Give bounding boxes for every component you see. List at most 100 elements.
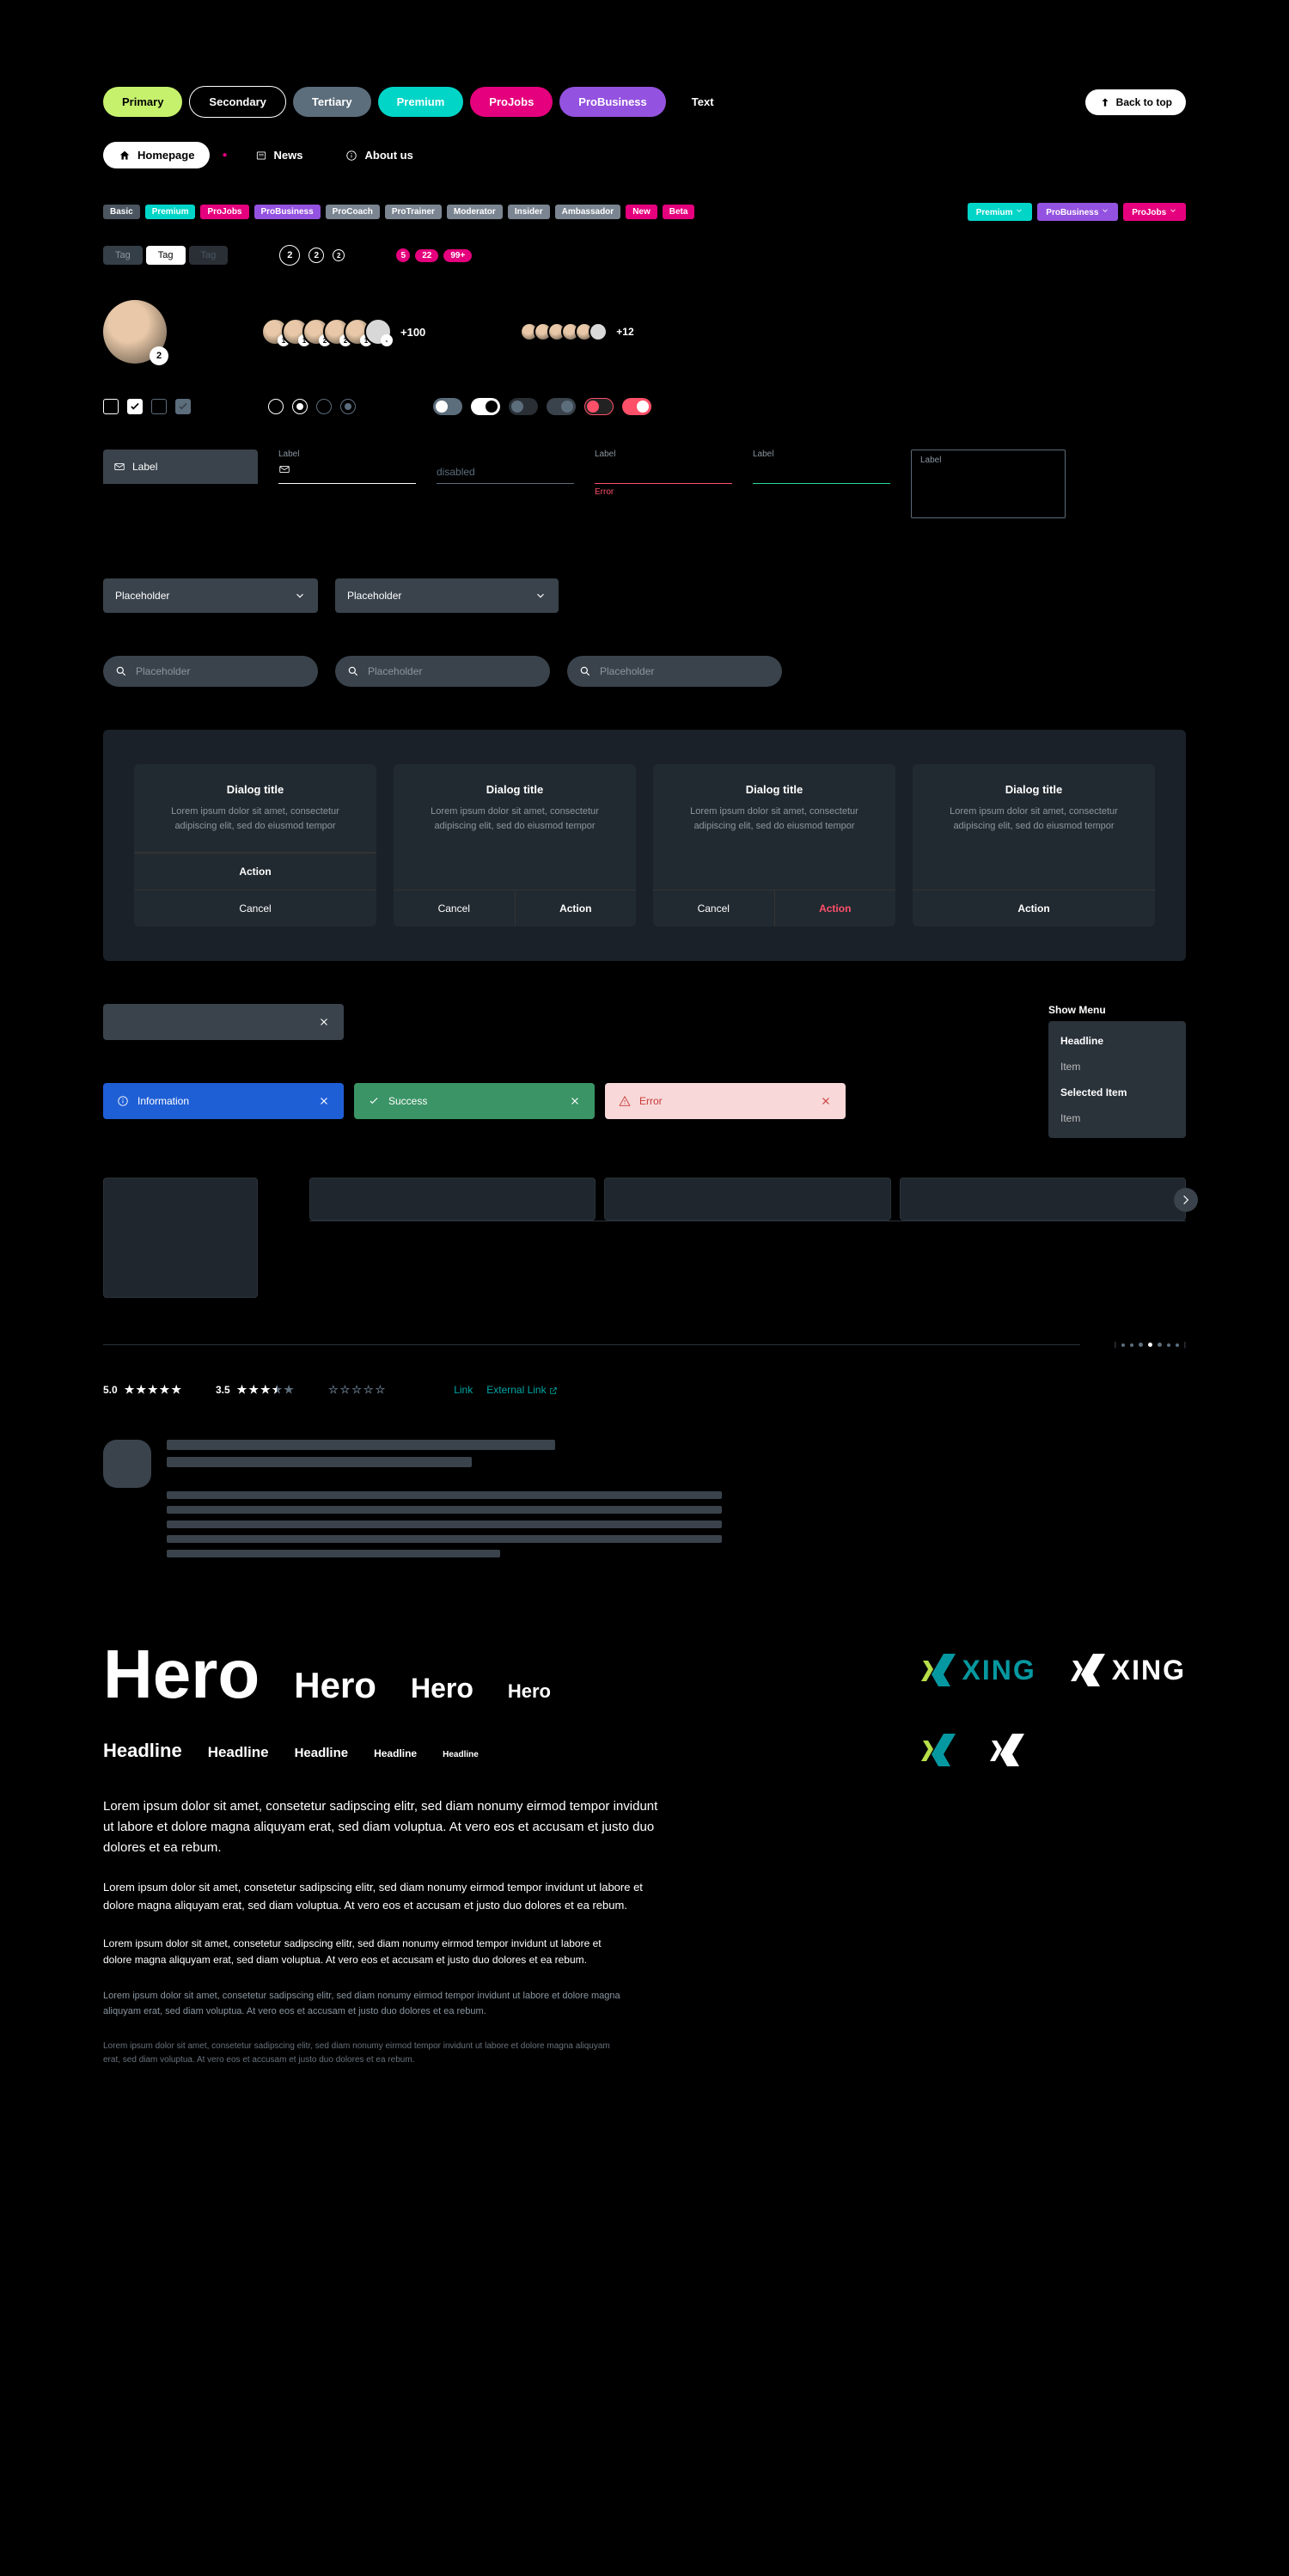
menu-item-selected[interactable]: Selected Item xyxy=(1048,1080,1186,1105)
checkbox-disabled xyxy=(151,399,167,414)
search-input[interactable]: Placeholder xyxy=(335,656,550,687)
badge-insider: Insider xyxy=(508,205,550,219)
projobs-button[interactable]: ProJobs xyxy=(470,87,553,117)
close-icon[interactable] xyxy=(318,1095,330,1107)
chevron-down-icon xyxy=(294,590,306,602)
toggle-danger-off[interactable] xyxy=(584,398,614,415)
xing-mark-icon xyxy=(990,1732,1024,1769)
xing-mark-icon xyxy=(1071,1652,1105,1689)
badge-premium-dropdown[interactable]: Premium xyxy=(968,203,1033,221)
dialog-action-button[interactable]: Action xyxy=(134,853,376,890)
radio-empty[interactable] xyxy=(268,399,284,414)
radio-selected[interactable] xyxy=(292,399,308,414)
text-button[interactable]: Text xyxy=(673,87,733,117)
badge-projobs-dropdown[interactable]: ProJobs xyxy=(1123,203,1186,221)
close-icon[interactable] xyxy=(820,1095,832,1107)
search-input[interactable]: Placeholder xyxy=(567,656,782,687)
dialog: Dialog title Lorem ipsum dolor sit amet,… xyxy=(913,764,1155,927)
primary-button[interactable]: Primary xyxy=(103,87,182,117)
alert-info: Information xyxy=(103,1083,344,1119)
skeleton-line xyxy=(167,1457,472,1467)
search-input[interactable]: Placeholder xyxy=(103,656,318,687)
card-placeholder xyxy=(900,1178,1186,1221)
badge-moderator: Moderator xyxy=(447,205,503,219)
input-valid[interactable]: Label xyxy=(753,450,890,484)
badge-basic: Basic xyxy=(103,205,140,219)
avatar-large[interactable]: 2 xyxy=(103,300,167,364)
headline-3: Headline xyxy=(295,1746,349,1760)
arrow-right-icon xyxy=(1180,1194,1192,1206)
avatar[interactable]: - xyxy=(364,318,392,346)
dropdown[interactable]: Placeholder xyxy=(335,578,559,613)
toggle-on[interactable] xyxy=(471,398,500,415)
dropdown[interactable]: Placeholder xyxy=(103,578,318,613)
dialog-cancel-button[interactable]: Cancel xyxy=(653,890,774,927)
hero-typography: Hero Hero Hero Hero xyxy=(103,1635,921,1714)
check-icon xyxy=(368,1095,380,1107)
close-icon[interactable] xyxy=(318,1016,330,1028)
skeleton-line xyxy=(167,1521,722,1528)
probusiness-button[interactable]: ProBusiness xyxy=(559,87,665,117)
tertiary-button[interactable]: Tertiary xyxy=(293,87,371,117)
input-error[interactable]: Label xyxy=(595,450,732,484)
avatar[interactable] xyxy=(589,322,608,341)
badge-procoach: ProCoach xyxy=(326,205,380,219)
toggle-off[interactable] xyxy=(433,398,462,415)
input-filled[interactable]: Label xyxy=(103,450,258,484)
carousel-indicators[interactable]: | | xyxy=(1115,1341,1186,1349)
link[interactable]: Link xyxy=(454,1384,473,1396)
nav-about[interactable]: About us xyxy=(330,142,428,168)
dropdowns-row: Placeholder Placeholder xyxy=(103,578,1186,613)
dialog-text: Lorem ipsum dolor sit amet, consectetur … xyxy=(928,805,1139,833)
input-line[interactable]: Label xyxy=(278,450,416,484)
rating-empty[interactable]: ☆☆☆☆☆ xyxy=(328,1383,385,1397)
dialog-action-button[interactable]: Action xyxy=(913,890,1155,927)
nav-pills: Homepage ● News About us xyxy=(103,142,1186,168)
dialog-text: Lorem ipsum dolor sit amet, consectetur … xyxy=(409,805,620,833)
toggle-disabled-on xyxy=(547,398,576,415)
mail-icon xyxy=(113,461,125,473)
menu-headline: Headline xyxy=(1048,1028,1186,1054)
close-icon[interactable] xyxy=(569,1095,581,1107)
menu-item[interactable]: Item xyxy=(1048,1105,1186,1131)
hero-sm: Hero xyxy=(508,1680,551,1703)
textarea[interactable]: Label xyxy=(911,450,1066,518)
dialog-title: Dialog title xyxy=(150,783,361,796)
counter-sm: 2 xyxy=(333,249,345,261)
carousel-next-button[interactable] xyxy=(1174,1188,1198,1212)
chevron-down-icon xyxy=(535,590,547,602)
toggle-danger-on[interactable] xyxy=(622,398,651,415)
search-icon xyxy=(347,665,359,677)
chevron-down-icon xyxy=(1101,206,1109,215)
dropdown-menu: Headline Item Selected Item Item xyxy=(1048,1021,1186,1138)
external-link-icon xyxy=(549,1386,558,1395)
tag[interactable]: Tag xyxy=(103,246,143,265)
menu-item[interactable]: Item xyxy=(1048,1054,1186,1080)
tag-disabled: Tag xyxy=(189,246,229,265)
dialog-title: Dialog title xyxy=(928,783,1139,796)
tag-selected[interactable]: Tag xyxy=(146,246,186,265)
external-link[interactable]: External Link xyxy=(486,1384,558,1396)
skeleton-line xyxy=(167,1535,722,1543)
checkbox-checked[interactable] xyxy=(127,399,143,414)
secondary-button[interactable]: Secondary xyxy=(189,86,285,118)
badge-probusiness-dropdown[interactable]: ProBusiness xyxy=(1037,203,1118,221)
checkbox-empty[interactable] xyxy=(103,399,119,414)
dialog-action-button-danger[interactable]: Action xyxy=(774,890,896,927)
nav-homepage[interactable]: Homepage xyxy=(103,142,210,168)
xing-logo-white: XING xyxy=(1071,1652,1186,1689)
chevron-down-icon xyxy=(1169,206,1177,215)
button-row: Primary Secondary Tertiary Premium ProJo… xyxy=(103,86,1186,118)
warning-icon xyxy=(619,1095,631,1107)
dialog-cancel-button[interactable]: Cancel xyxy=(394,890,515,927)
input-floating-label: Label xyxy=(595,450,615,459)
nav-news[interactable]: News xyxy=(240,142,319,168)
back-to-top-button[interactable]: Back to top xyxy=(1085,89,1186,115)
skeleton-line xyxy=(167,1550,500,1557)
premium-button[interactable]: Premium xyxy=(378,87,464,117)
rating-value: 3.5 xyxy=(216,1384,230,1396)
dialog-cancel-button[interactable]: Cancel xyxy=(134,890,376,927)
alert-text: Success xyxy=(388,1095,427,1107)
dialog-action-button[interactable]: Action xyxy=(515,890,637,927)
badge-projobs: ProJobs xyxy=(200,205,248,219)
